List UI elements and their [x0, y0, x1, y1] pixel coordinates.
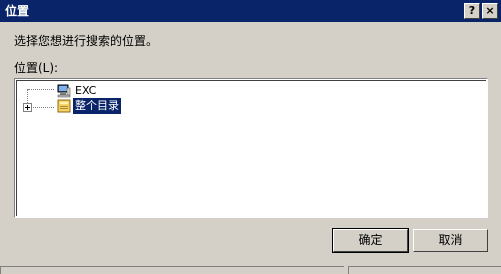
- location-dialog: 位置 ? × 选择您想进行搜索的位置。 位置(L): EXC 整个目录 确定 取…: [0, 0, 501, 274]
- tree-node-label: EXC: [75, 84, 97, 97]
- status-pane: [348, 266, 501, 274]
- help-button[interactable]: ?: [464, 3, 480, 19]
- ok-button[interactable]: 确定: [332, 228, 409, 253]
- close-button[interactable]: ×: [482, 3, 498, 19]
- status-bar: [0, 264, 501, 274]
- expand-toggle-icon[interactable]: [23, 103, 32, 112]
- tree-connector: [28, 89, 54, 90]
- tree-label: 位置(L):: [14, 61, 59, 75]
- tree-connector: [33, 107, 54, 108]
- title-bar[interactable]: 位置 ? ×: [0, 0, 501, 22]
- computer-icon: [57, 84, 71, 98]
- window-title: 位置: [5, 4, 30, 18]
- status-pane: [0, 266, 344, 274]
- cancel-button[interactable]: 取消: [413, 229, 488, 252]
- tree-connector: [27, 89, 28, 103]
- directory-icon: [57, 99, 71, 113]
- instruction-text: 选择您想进行搜索的位置。: [14, 34, 159, 48]
- location-tree[interactable]: EXC 整个目录: [14, 78, 488, 218]
- tree-node-label: 整个目录: [72, 97, 122, 115]
